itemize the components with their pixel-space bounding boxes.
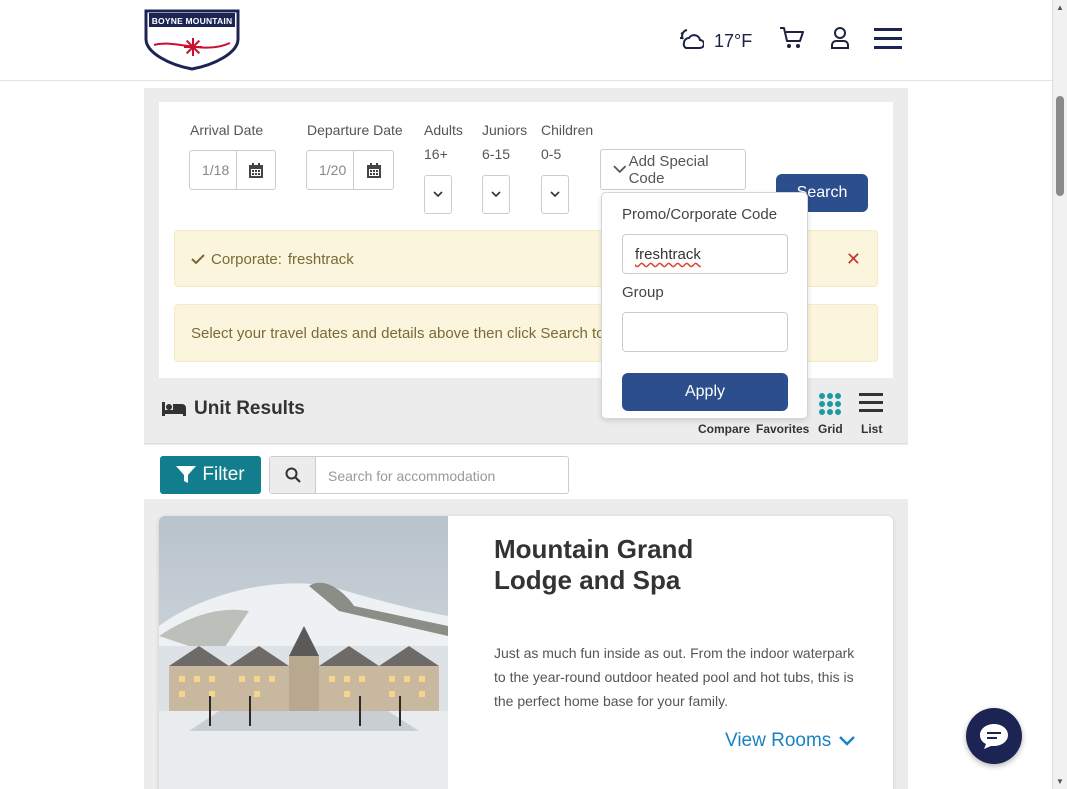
filter-icon bbox=[176, 466, 197, 483]
unit-results-label: Unit Results bbox=[194, 398, 305, 419]
apply-button[interactable]: Apply bbox=[622, 373, 788, 411]
favorites-link[interactable]: Favorites bbox=[756, 422, 809, 436]
scroll-up-arrow-icon[interactable]: ▲ bbox=[1056, 3, 1064, 12]
bed-icon bbox=[162, 402, 186, 416]
search-icon[interactable] bbox=[270, 457, 316, 493]
add-special-code-button[interactable]: Add Special Code bbox=[600, 149, 746, 190]
departure-date-input[interactable]: 1/20 bbox=[306, 150, 394, 190]
weather-temperature: 17°F bbox=[714, 31, 753, 51]
chevron-down-icon bbox=[491, 191, 501, 198]
adults-range: 16+ bbox=[424, 146, 448, 162]
accommodation-card: Mountain Grand Lodge and Spa Just as muc… bbox=[159, 516, 893, 789]
view-rooms-label: View Rooms bbox=[725, 730, 832, 751]
boyne-mountain-logo[interactable]: BOYNE MOUNTAIN bbox=[144, 9, 242, 71]
adults-label: Adults bbox=[424, 122, 463, 138]
chevron-down-icon bbox=[839, 736, 856, 746]
children-select[interactable] bbox=[541, 175, 569, 214]
chevron-down-icon bbox=[550, 191, 560, 198]
view-rooms-link[interactable]: View Rooms bbox=[725, 730, 856, 752]
special-code-popover: Promo/Corporate Code freshtrack Group Ap… bbox=[601, 192, 808, 419]
cart-icon[interactable] bbox=[779, 26, 805, 55]
filter-button[interactable]: Filter bbox=[160, 456, 261, 494]
logo-text: BOYNE MOUNTAIN bbox=[151, 16, 233, 26]
page: BOYNE MOUNTAIN 17°F Arrival Date Departu… bbox=[0, 0, 1067, 789]
weather-icon bbox=[678, 27, 705, 56]
arrival-date-value[interactable]: 1/18 bbox=[190, 151, 237, 189]
calendar-icon[interactable] bbox=[354, 151, 393, 189]
chevron-down-icon bbox=[433, 191, 443, 198]
list-view-label[interactable]: List bbox=[861, 422, 882, 436]
weather-widget: 17°F bbox=[678, 27, 752, 56]
corporate-prefix: Corporate: bbox=[211, 251, 282, 268]
property-title[interactable]: Mountain Grand Lodge and Spa bbox=[494, 534, 754, 596]
property-description: Just as much fun inside as out. From the… bbox=[494, 645, 855, 709]
page-scrollbar[interactable]: ▲ ▼ bbox=[1052, 0, 1067, 789]
property-title-line2: Lodge and Spa bbox=[494, 565, 681, 595]
close-icon[interactable]: ✕ bbox=[846, 249, 861, 270]
chat-icon bbox=[980, 724, 1008, 749]
scrollbar-thumb[interactable] bbox=[1056, 96, 1064, 196]
unit-results-title: Unit Results bbox=[162, 398, 305, 420]
compare-link[interactable]: Compare bbox=[698, 422, 750, 436]
user-icon[interactable] bbox=[829, 26, 851, 55]
list-view-icon[interactable] bbox=[859, 392, 883, 419]
children-label: Children bbox=[541, 122, 594, 138]
accommodation-search[interactable]: Search for accommodation bbox=[269, 456, 569, 494]
juniors-range: 6-15 bbox=[482, 146, 511, 162]
corporate-code: freshtrack bbox=[287, 251, 354, 268]
filter-label: Filter bbox=[202, 464, 245, 485]
departure-date-label: Departure Date bbox=[307, 122, 403, 138]
children-range: 0-5 bbox=[541, 146, 562, 162]
add-special-code-label: Add Special Code bbox=[628, 152, 709, 187]
grid-view-icon[interactable] bbox=[818, 392, 842, 421]
corporate-code-message: Corporate: freshtrack bbox=[191, 251, 354, 268]
lodge-photo[interactable] bbox=[159, 516, 448, 789]
chat-button[interactable] bbox=[966, 708, 1022, 764]
property-title-line1: Mountain Grand bbox=[494, 534, 694, 564]
adults-select[interactable] bbox=[424, 175, 452, 214]
group-input[interactable] bbox=[622, 312, 788, 352]
info-message: Select your travel dates and details abo… bbox=[191, 325, 605, 342]
check-icon bbox=[191, 254, 205, 265]
departure-date-value[interactable]: 1/20 bbox=[307, 151, 354, 189]
juniors-label: Juniors bbox=[482, 122, 528, 138]
chevron-down-icon bbox=[613, 165, 627, 174]
hamburger-menu-icon[interactable] bbox=[874, 26, 902, 57]
group-label: Group bbox=[622, 284, 664, 301]
grid-view-label[interactable]: Grid bbox=[818, 422, 843, 436]
site-header: BOYNE MOUNTAIN 17°F bbox=[0, 0, 1052, 81]
search-input[interactable]: Search for accommodation bbox=[316, 457, 507, 493]
calendar-icon[interactable] bbox=[237, 151, 275, 189]
promo-code-input[interactable]: freshtrack bbox=[622, 234, 788, 274]
juniors-select[interactable] bbox=[482, 175, 510, 214]
scroll-down-arrow-icon[interactable]: ▼ bbox=[1056, 777, 1064, 786]
arrival-date-input[interactable]: 1/18 bbox=[189, 150, 276, 190]
promo-code-value[interactable]: freshtrack bbox=[635, 246, 701, 263]
arrival-date-label: Arrival Date bbox=[190, 122, 264, 138]
promo-code-label: Promo/Corporate Code bbox=[622, 206, 778, 223]
